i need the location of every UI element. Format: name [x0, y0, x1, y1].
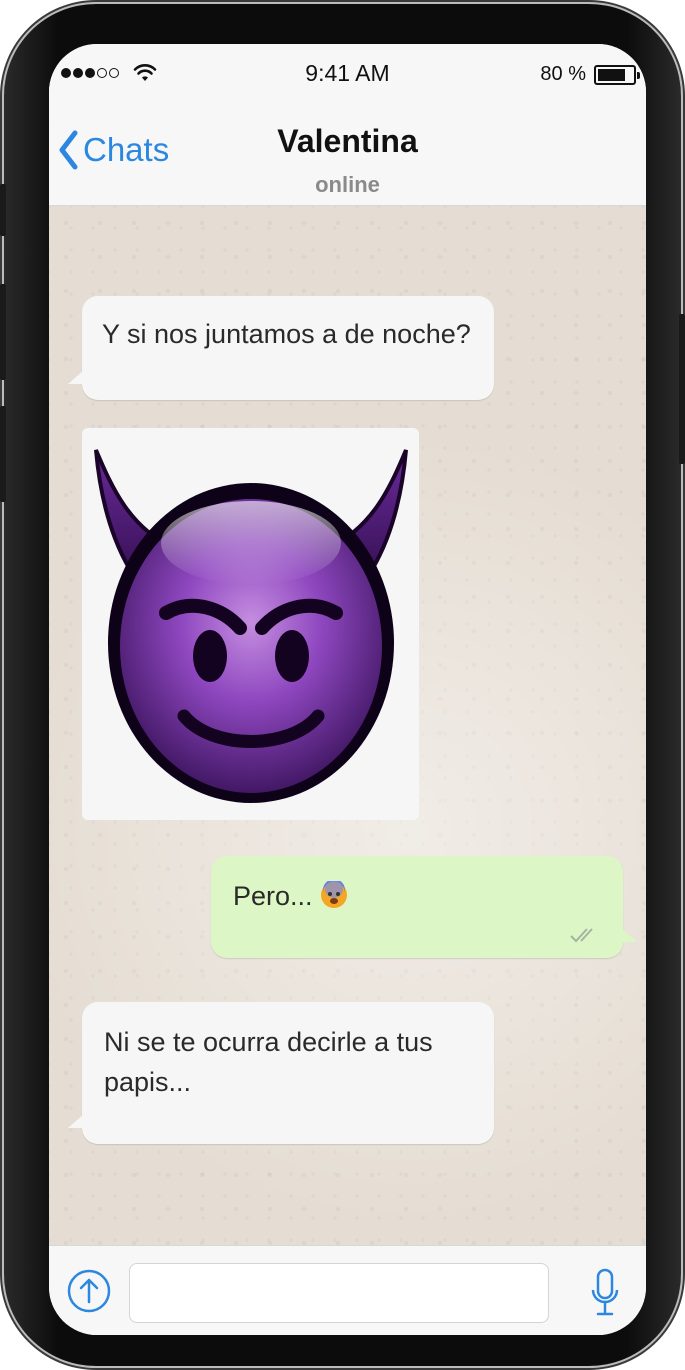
battery-tip [637, 72, 640, 79]
upload-arrow-icon[interactable] [67, 1269, 111, 1313]
message-text: Ni se te ocurra decirle a tus papis... [104, 1027, 433, 1097]
phone-frame: 9:41 AM 80 % Chats Valentina online Y si… [0, 4, 685, 1366]
message-bubble-incoming[interactable]: Y si nos juntamos a de noche? [68, 296, 494, 400]
battery-fill [598, 69, 626, 81]
battery-icon [594, 65, 640, 85]
fearful-face-emoji-icon [321, 879, 348, 908]
microphone-icon[interactable] [590, 1268, 620, 1318]
message-input-bar [49, 1245, 646, 1335]
contact-status: online [315, 172, 380, 197]
sticker-message[interactable] [82, 428, 419, 820]
bubble-tail [621, 928, 637, 942]
bubble-tail [68, 1114, 84, 1128]
volume-down-button [0, 406, 6, 502]
chat-area[interactable]: Y si nos juntamos a de noche? Pero... Ni… [49, 206, 646, 1245]
message-bubble-incoming[interactable]: Ni se te ocurra decirle a tus papis... [68, 1002, 494, 1144]
volume-up-button [0, 284, 6, 380]
status-bar: 9:41 AM 80 % [49, 44, 646, 106]
phone-screen: 9:41 AM 80 % Chats Valentina online Y si… [49, 44, 646, 1335]
double-check-icon [570, 928, 593, 943]
mute-switch [0, 184, 6, 236]
message-text: Y si nos juntamos a de noche? [102, 319, 471, 349]
battery-percent: 80 % [540, 63, 586, 85]
chat-header: Chats Valentina online [49, 106, 646, 206]
message-text: Pero... [233, 881, 321, 911]
bubble-tail [68, 370, 84, 384]
message-input[interactable] [129, 1263, 549, 1323]
contact-name[interactable]: Valentina [49, 123, 646, 160]
message-bubble-outgoing[interactable]: Pero... [211, 856, 637, 958]
power-button [679, 314, 685, 464]
smiling-face-with-horns-icon [94, 449, 408, 803]
